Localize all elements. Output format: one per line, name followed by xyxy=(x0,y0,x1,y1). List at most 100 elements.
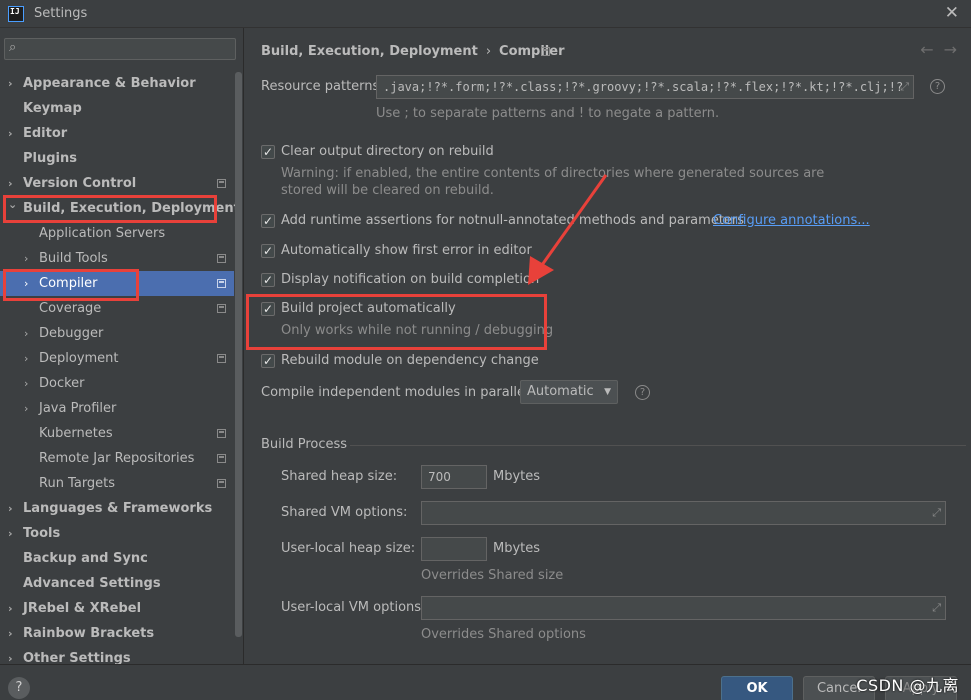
sidebar-item-label: Keymap xyxy=(23,101,82,116)
forward-arrow-icon[interactable]: → xyxy=(944,40,967,59)
project-scope-icon xyxy=(217,304,226,313)
runtime-assertions-checkbox[interactable]: ✓ xyxy=(261,214,275,228)
sidebar-item-label: JRebel & XRebel xyxy=(23,601,142,616)
chevron-right-icon[interactable]: › xyxy=(24,371,28,396)
breadcrumb-current: Compiler xyxy=(499,44,565,59)
chevron-right-icon[interactable]: › xyxy=(24,346,28,371)
clear-output-checkbox[interactable]: ✓ xyxy=(261,145,275,159)
chevron-right-icon[interactable]: › xyxy=(24,321,28,346)
shared-heap-unit: Mbytes xyxy=(493,469,541,484)
user-vm-input[interactable]: ⤢ xyxy=(421,596,946,620)
sidebar-item-label: Advanced Settings xyxy=(23,576,161,591)
clear-output-warning-line1: Warning: if enabled, the entire contents… xyxy=(281,166,825,181)
chevron-right-icon[interactable]: › xyxy=(8,596,13,621)
expand-icon[interactable]: ⤢ xyxy=(900,76,909,98)
chevron-right-icon[interactable]: › xyxy=(8,496,13,521)
help-icon[interactable]: ? xyxy=(930,79,945,94)
watermark: CSDN @九离 xyxy=(856,676,959,695)
show-first-error-label[interactable]: Automatically show first error in editor xyxy=(281,243,532,258)
breadcrumb-separator: › xyxy=(485,44,492,59)
resource-patterns-value: .java;!?*.form;!?*.class;!?*.groovy;!?*.… xyxy=(383,80,904,94)
rebuild-module-label[interactable]: Rebuild module on dependency change xyxy=(281,353,539,368)
rebuild-module-checkbox[interactable]: ✓ xyxy=(261,354,275,368)
shared-vm-label: Shared VM options: xyxy=(281,505,408,520)
settings-tree: › Appearance & Behavior Keymap › Editor Plugi… xyxy=(0,71,240,671)
sidebar-item-label: Backup and Sync xyxy=(23,551,148,566)
sidebar-item-label: Version Control xyxy=(23,176,137,191)
sidebar-item-label: Run Targets xyxy=(39,476,116,491)
sidebar-item-appearance-behavior[interactable]: › Appearance & Behavior xyxy=(0,71,234,96)
sidebar-item-debugger[interactable]: › Debugger xyxy=(0,321,234,346)
search-input[interactable] xyxy=(27,41,227,57)
help-button[interactable]: ? xyxy=(8,677,30,699)
sidebar-item-remote-jar-repositories[interactable]: Remote Jar Repositories xyxy=(0,446,234,471)
chevron-right-icon[interactable]: › xyxy=(8,521,13,546)
chevron-right-icon[interactable]: › xyxy=(8,121,13,146)
back-arrow-icon[interactable]: ← xyxy=(920,40,943,59)
clear-output-label[interactable]: Clear output directory on rebuild xyxy=(281,144,494,159)
sidebar-item-label: Rainbow Brackets xyxy=(23,626,155,641)
user-vm-hint: Overrides Shared options xyxy=(421,627,586,642)
breadcrumb-parent[interactable]: Build, Execution, Deployment xyxy=(261,44,478,59)
sidebar-item-label: Application Servers xyxy=(39,226,166,241)
display-notification-checkbox[interactable]: ✓ xyxy=(261,273,275,287)
search-field[interactable]: ⌕ xyxy=(4,38,236,60)
highlight-build-execution-deployment xyxy=(3,195,217,223)
parallel-dropdown[interactable]: Automatic ▼ xyxy=(520,380,618,404)
sidebar-item-kubernetes[interactable]: Kubernetes xyxy=(0,421,234,446)
runtime-assertions-label[interactable]: Add runtime assertions for notnull-annot… xyxy=(281,213,744,228)
sidebar-item-label: Tools xyxy=(23,526,61,541)
sidebar-item-java-profiler[interactable]: › Java Profiler xyxy=(0,396,234,421)
sidebar-item-version-control[interactable]: › Version Control xyxy=(0,171,234,196)
close-icon[interactable]: ✕ xyxy=(945,3,959,23)
expand-icon[interactable]: ⤢ xyxy=(932,502,941,524)
show-first-error-checkbox[interactable]: ✓ xyxy=(261,244,275,258)
resource-patterns-hint: Use ; to separate patterns and ! to nega… xyxy=(376,106,720,121)
chevron-right-icon[interactable]: › xyxy=(24,396,28,421)
sidebar-item-label: Appearance & Behavior xyxy=(23,76,196,91)
sidebar-item-label: Deployment xyxy=(39,351,119,366)
project-scope-icon xyxy=(217,354,226,363)
configure-annotations-link[interactable]: Configure annotations... xyxy=(713,213,870,228)
sidebar-item-docker[interactable]: › Docker xyxy=(0,371,234,396)
sidebar-item-label: Java Profiler xyxy=(39,401,117,416)
shared-vm-input[interactable]: ⤢ xyxy=(421,501,946,525)
sidebar-item-run-targets[interactable]: Run Targets xyxy=(0,471,234,496)
sidebar-item-plugins[interactable]: Plugins xyxy=(0,146,234,171)
expand-icon[interactable]: ⤢ xyxy=(932,597,941,619)
project-scope-icon xyxy=(217,179,226,188)
highlight-compiler xyxy=(3,269,139,301)
sidebar-item-application-servers[interactable]: Application Servers xyxy=(0,221,234,246)
display-notification-label[interactable]: Display notification on build completion xyxy=(281,272,539,287)
breadcrumb: Build, Execution, Deployment › Compiler xyxy=(261,44,565,59)
sidebar-item-languages-frameworks[interactable]: › Languages & Frameworks xyxy=(0,496,234,521)
sidebar-item-keymap[interactable]: Keymap xyxy=(0,96,234,121)
sidebar-item-backup-and-sync[interactable]: Backup and Sync xyxy=(0,546,234,571)
parallel-label: Compile independent modules in parallel: xyxy=(261,385,533,400)
highlight-build-automatically xyxy=(246,294,547,350)
help-icon[interactable]: ? xyxy=(635,385,650,400)
project-scope-icon xyxy=(217,254,226,263)
sidebar-item-advanced-settings[interactable]: Advanced Settings xyxy=(0,571,234,596)
sidebar-item-rainbow-brackets[interactable]: › Rainbow Brackets xyxy=(0,621,234,646)
intellij-app-icon: IJ xyxy=(8,5,24,22)
ok-button[interactable]: OK xyxy=(721,676,793,700)
sidebar-item-editor[interactable]: › Editor xyxy=(0,121,234,146)
sidebar-item-deployment[interactable]: › Deployment xyxy=(0,346,234,371)
sidebar-item-build-tools[interactable]: › Build Tools xyxy=(0,246,234,271)
clear-output-warning-line2: stored will be cleared on rebuild. xyxy=(281,183,494,198)
sidebar-item-label: Kubernetes xyxy=(39,426,113,441)
chevron-right-icon[interactable]: › xyxy=(24,246,28,271)
sidebar-item-jrebel-xrebel[interactable]: › JRebel & XRebel xyxy=(0,596,234,621)
resource-patterns-label: Resource patterns: xyxy=(261,79,384,94)
search-icon: ⌕ xyxy=(9,40,17,55)
sidebar-item-label: Debugger xyxy=(39,326,104,341)
shared-heap-input[interactable]: 700 xyxy=(421,465,487,489)
sidebar-scrollbar[interactable] xyxy=(235,72,242,637)
chevron-right-icon[interactable]: › xyxy=(8,621,13,646)
sidebar-item-tools[interactable]: › Tools xyxy=(0,521,234,546)
user-heap-input[interactable] xyxy=(421,537,487,561)
resource-patterns-field[interactable]: .java;!?*.form;!?*.class;!?*.groovy;!?*.… xyxy=(376,75,914,99)
sidebar-item-label: Editor xyxy=(23,126,68,141)
chevron-right-icon[interactable]: › xyxy=(8,71,13,96)
